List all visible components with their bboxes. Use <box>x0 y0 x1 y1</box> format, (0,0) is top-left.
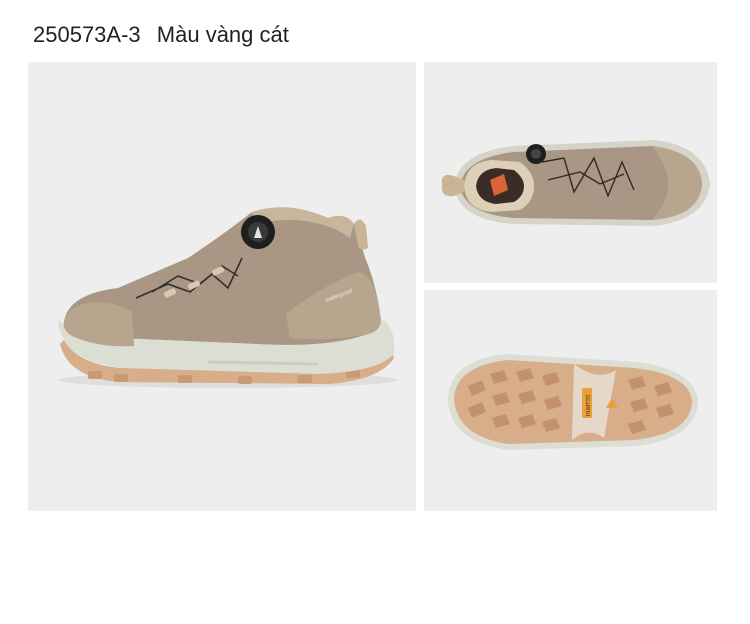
boot-side-illustration: waterproof <box>58 207 398 388</box>
boot-sole-view-image: HUMTTO <box>424 290 717 511</box>
product-title: 250573A-3 Màu vàng cát <box>33 22 289 48</box>
brand-label: HUMTTO <box>586 395 592 416</box>
product-code: 250573A-3 <box>33 22 141 47</box>
boot-side-view-image: waterproof <box>28 62 416 511</box>
product-color-name: Màu vàng cát <box>156 22 289 47</box>
boot-sole-illustration: HUMTTO <box>448 354 698 450</box>
boot-top-illustration <box>441 140 710 226</box>
boot-top-view-image <box>424 62 717 283</box>
